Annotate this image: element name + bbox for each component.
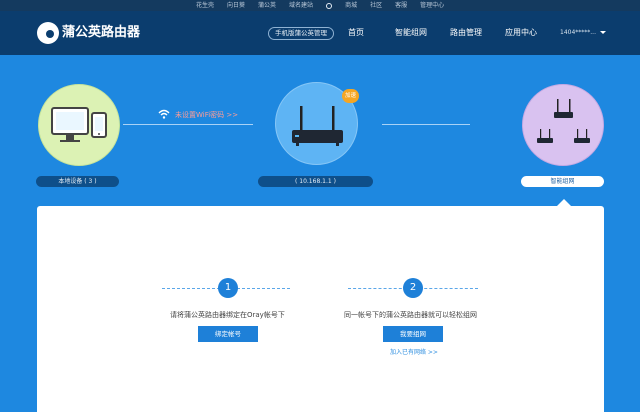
join-existing-network-link[interactable]: 加入已有网络 >> [390, 348, 438, 357]
local-devices-label[interactable]: 本地设备 ( 3 ) [36, 176, 119, 187]
smart-network-panel [37, 206, 604, 412]
topbar-link-pugongying[interactable]: 蒲公英 [258, 0, 276, 11]
network-routers-icon [537, 99, 590, 143]
topbar-link-huashengke[interactable]: 花生壳 [196, 0, 214, 11]
wifi-password-warning-link[interactable]: 未设置WiFi密码 >> [175, 110, 238, 120]
connector-line-right [382, 124, 470, 125]
create-network-button[interactable]: 我要组网 [383, 326, 443, 342]
local-devices-circle[interactable] [38, 84, 120, 166]
smart-network-label[interactable]: 智能组网 [521, 176, 604, 187]
chevron-down-icon [600, 31, 606, 34]
step-2-indicator: 2 [403, 278, 423, 298]
bind-account-button[interactable]: 绑定帐号 [198, 326, 258, 342]
connector-line-left [123, 124, 253, 125]
devices-icon [51, 107, 107, 142]
wifi-icon [158, 109, 170, 119]
top-utility-bar: 花生壳 向日葵 蒲公英 域名建站 商城 社区 客服 管理中心 [0, 0, 640, 11]
topbar-link-domain[interactable]: 域名建站 [289, 0, 313, 11]
nav-app-center[interactable]: 应用中心 [505, 25, 537, 41]
topbar-link-support[interactable]: 客服 [395, 0, 407, 11]
step-1-indicator: 1 [218, 278, 238, 298]
brand-logo-icon[interactable] [37, 22, 59, 44]
topbar-link-mall[interactable]: 商城 [345, 0, 357, 11]
user-account-name: 1404*****... [560, 29, 596, 36]
topbar-link-admin[interactable]: 管理中心 [420, 0, 444, 11]
step-1-text: 请将蒲公英路由器绑定在Oray帐号下 [170, 311, 285, 319]
step-2-text: 同一帐号下的蒲公英路由器就可以轻松组网 [344, 311, 477, 319]
mobile-management-button[interactable]: 手机版蒲公英管理 [268, 27, 334, 40]
nav-home[interactable]: 首页 [348, 25, 364, 41]
user-account-menu[interactable]: 1404*****... [560, 25, 606, 41]
top-utility-links: 花生壳 向日葵 蒲公英 域名建站 商城 社区 客服 管理中心 [196, 0, 457, 11]
panel-pointer [557, 199, 571, 206]
router-boost-badge: 加速 [342, 89, 359, 103]
main-navbar: 蒲公英路由器 手机版蒲公英管理 首页 智能组网 路由管理 应用中心 1404**… [0, 11, 640, 55]
brand-name[interactable]: 蒲公英路由器 [62, 22, 140, 44]
smart-network-circle[interactable] [522, 84, 604, 166]
router-ip-label[interactable]: ( 10.168.1.1 ) [258, 176, 373, 187]
nav-smart-network[interactable]: 智能组网 [395, 25, 427, 41]
oray-logo-icon[interactable] [326, 2, 333, 9]
topbar-link-xiangrikui[interactable]: 向日葵 [227, 0, 245, 11]
nav-router-management[interactable]: 路由管理 [450, 25, 482, 41]
topbar-link-community[interactable]: 社区 [370, 0, 382, 11]
